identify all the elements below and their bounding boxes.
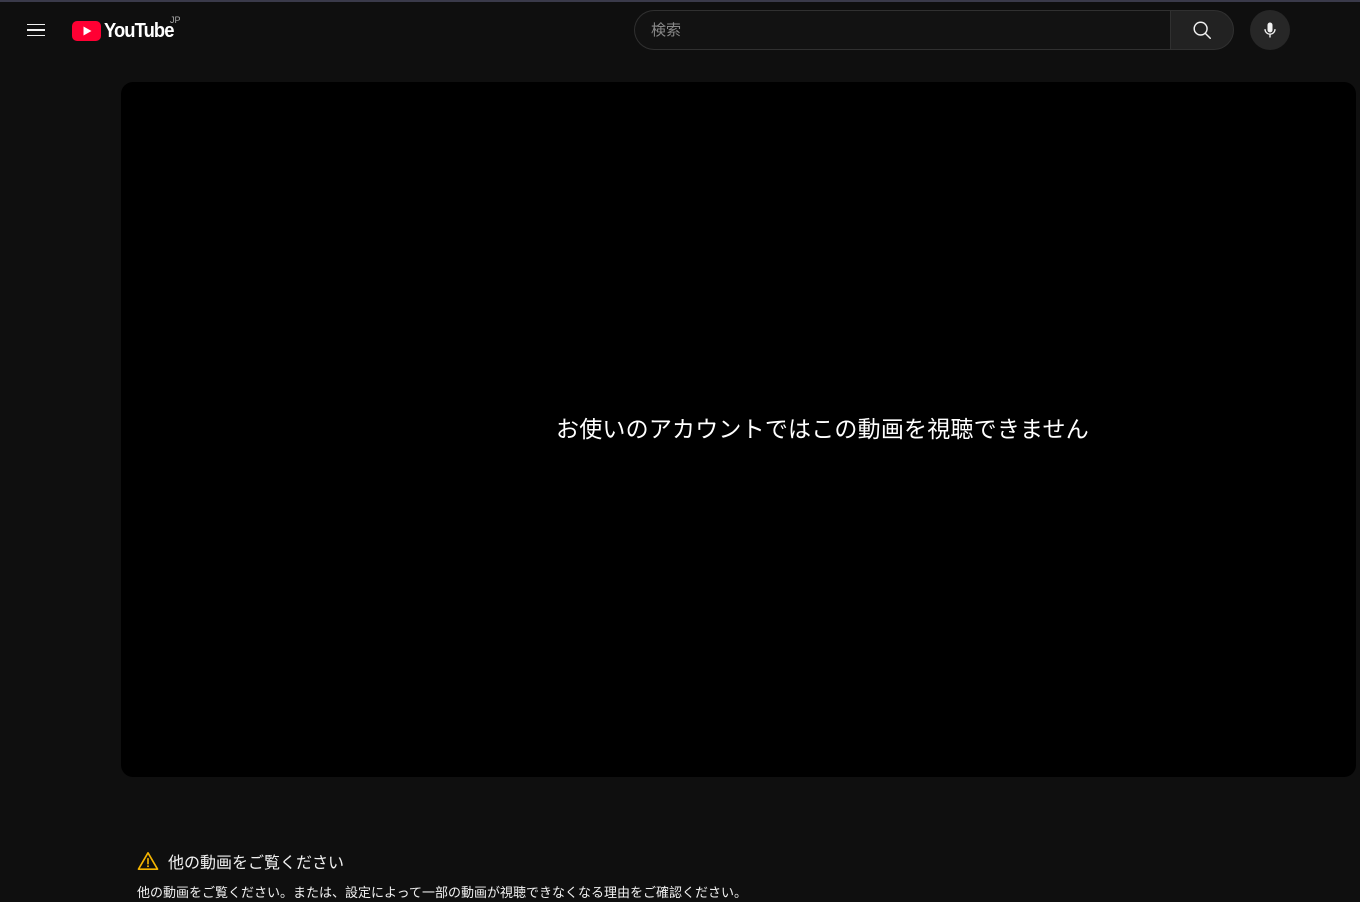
unavailable-notice: 他の動画をご覧ください 他の動画をご覧ください。または、設定によって一部の動画が… [137,850,1237,901]
hamburger-menu-icon [27,23,45,26]
search-button[interactable] [1170,10,1234,50]
notice-title: 他の動画をご覧ください [168,853,345,872]
country-code: JP [170,15,181,25]
notice-header: 他の動画をご覧ください [137,850,1237,872]
search-box [634,10,1171,50]
voice-search-button[interactable] [1250,10,1290,50]
microphone-icon [1264,22,1276,38]
masthead: YouTube JP [0,2,1360,58]
notice-body: 他の動画をご覧ください。または、設定によって一部の動画が視聴できなくなる理由をご… [137,886,747,901]
search-input[interactable] [651,21,1171,39]
guide-menu-button[interactable] [16,10,56,50]
player-error-message: お使いのアカウントではこの動画を視聴できません [556,417,1089,443]
youtube-play-logo-icon [72,21,101,41]
youtube-logo[interactable]: YouTube JP [72,15,181,43]
video-player[interactable]: お使いのアカウントではこの動画を視聴できません [121,82,1356,777]
search-icon [1193,21,1211,39]
warning-icon [137,852,159,870]
logo-wordmark: YouTube [104,19,174,42]
